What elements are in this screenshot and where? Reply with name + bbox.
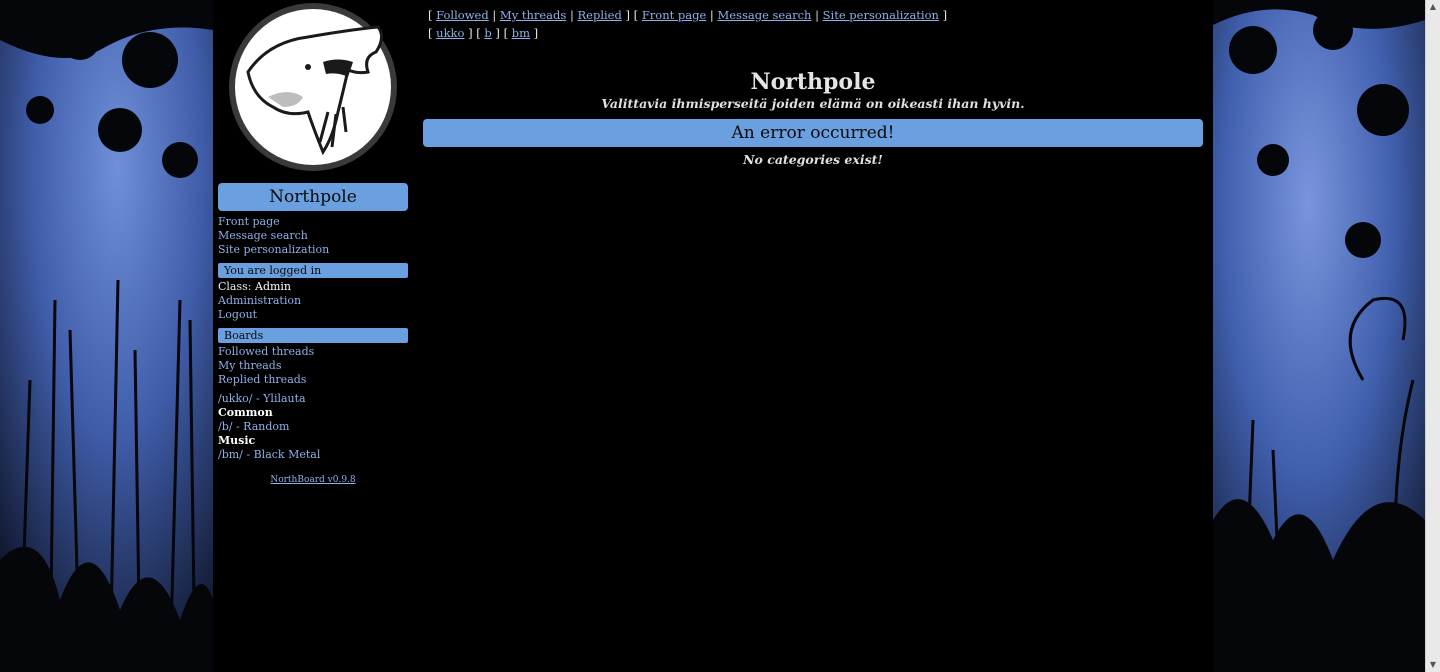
sidebar-link-administration[interactable]: Administration — [218, 294, 301, 308]
topnav-link-site-personalization[interactable]: Site personalization — [823, 8, 939, 22]
topnav-board-ukko[interactable]: ukko — [436, 26, 464, 40]
board-title: Northpole — [750, 69, 876, 95]
page-scrollbar[interactable]: ▲ ▼ — [1425, 0, 1440, 672]
board-subtitle: Valittavia ihmisperseitä joiden elämä on… — [601, 96, 1025, 111]
topnav-link-followed[interactable]: Followed — [436, 8, 489, 22]
board-link-ukko[interactable]: /ukko/ - Ylilauta — [218, 392, 306, 406]
top-navigation-boards: [ ukko ] [ b ] [ bm ] — [428, 26, 539, 40]
topnav-board-b[interactable]: b — [484, 26, 491, 40]
software-version-link[interactable]: NorthBoard v0.9.8 — [213, 475, 413, 486]
board-category-common: Common — [218, 406, 273, 419]
sidebar-link-site-personalization[interactable]: Site personalization — [218, 243, 329, 257]
user-class-value: Admin — [255, 280, 292, 293]
board-link-b[interactable]: /b/ - Random — [218, 420, 289, 434]
scroll-down-arrow-icon[interactable]: ▼ — [1426, 658, 1440, 672]
howling-bear-logo[interactable] — [228, 2, 398, 172]
scroll-up-arrow-icon[interactable]: ▲ — [1426, 0, 1440, 14]
sidebar-link-message-search[interactable]: Message search — [218, 229, 308, 243]
right-decorative-background — [1213, 0, 1425, 672]
login-status-header: You are logged in — [218, 263, 408, 278]
user-class-label: Class: — [218, 280, 252, 293]
left-decorative-background — [0, 0, 213, 672]
topnav-link-message-search[interactable]: Message search — [717, 8, 811, 22]
sidebar-link-front-page[interactable]: Front page — [218, 215, 280, 229]
error-message: No categories exist! — [743, 152, 883, 167]
site-title: Northpole — [218, 183, 408, 211]
board-link-bm[interactable]: /bm/ - Black Metal — [218, 448, 320, 462]
sidebar-link-followed-threads[interactable]: Followed threads — [218, 345, 314, 359]
user-class: Class: Admin — [218, 280, 291, 294]
sidebar-link-logout[interactable]: Logout — [218, 308, 257, 322]
sidebar-link-replied-threads[interactable]: Replied threads — [218, 373, 306, 387]
sidebar-link-my-threads[interactable]: My threads — [218, 359, 282, 373]
boards-section-header: Boards — [218, 328, 408, 343]
topnav-board-bm[interactable]: bm — [512, 26, 530, 40]
topnav-link-replied[interactable]: Replied — [578, 8, 622, 22]
error-header: An error occurred! — [423, 119, 1203, 147]
topnav-link-my-threads[interactable]: My threads — [500, 8, 566, 22]
board-category-music: Music — [218, 434, 256, 447]
sidebar: Northpole Front page Message search Site… — [213, 0, 413, 672]
top-navigation-primary: [ Followed | My threads | Replied ] [ Fr… — [428, 8, 948, 22]
topnav-link-front-page[interactable]: Front page — [642, 8, 706, 22]
